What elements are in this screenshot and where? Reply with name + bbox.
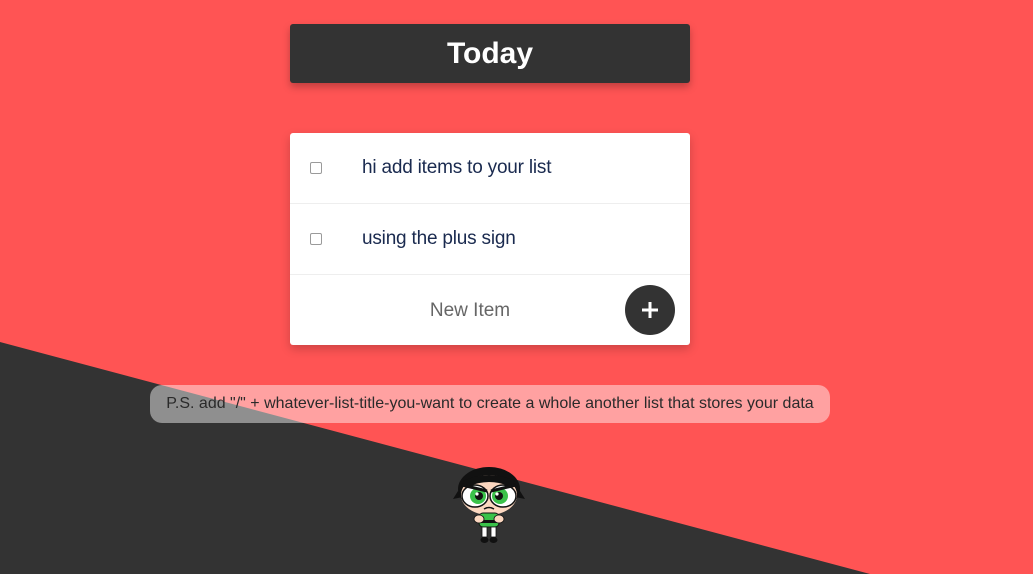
item-label: hi add items to your list — [362, 157, 552, 178]
mascot-icon — [453, 467, 525, 543]
list-item: using the plus sign — [290, 204, 690, 275]
item-checkbox[interactable] — [310, 233, 322, 245]
page-title: Today — [446, 36, 534, 70]
item-label: using the plus sign — [362, 228, 516, 249]
list-item: hi add items to your list — [290, 133, 690, 204]
title-header: Today — [290, 24, 690, 83]
item-checkbox[interactable] — [310, 162, 322, 174]
plus-icon — [642, 302, 658, 318]
new-item-input[interactable] — [350, 289, 590, 333]
add-item-button[interactable] — [625, 285, 675, 335]
ps-note-text: P.S. add "/" + whatever-list-title-you-w… — [166, 395, 814, 412]
ps-note: P.S. add "/" + whatever-list-title-you-w… — [150, 385, 830, 423]
